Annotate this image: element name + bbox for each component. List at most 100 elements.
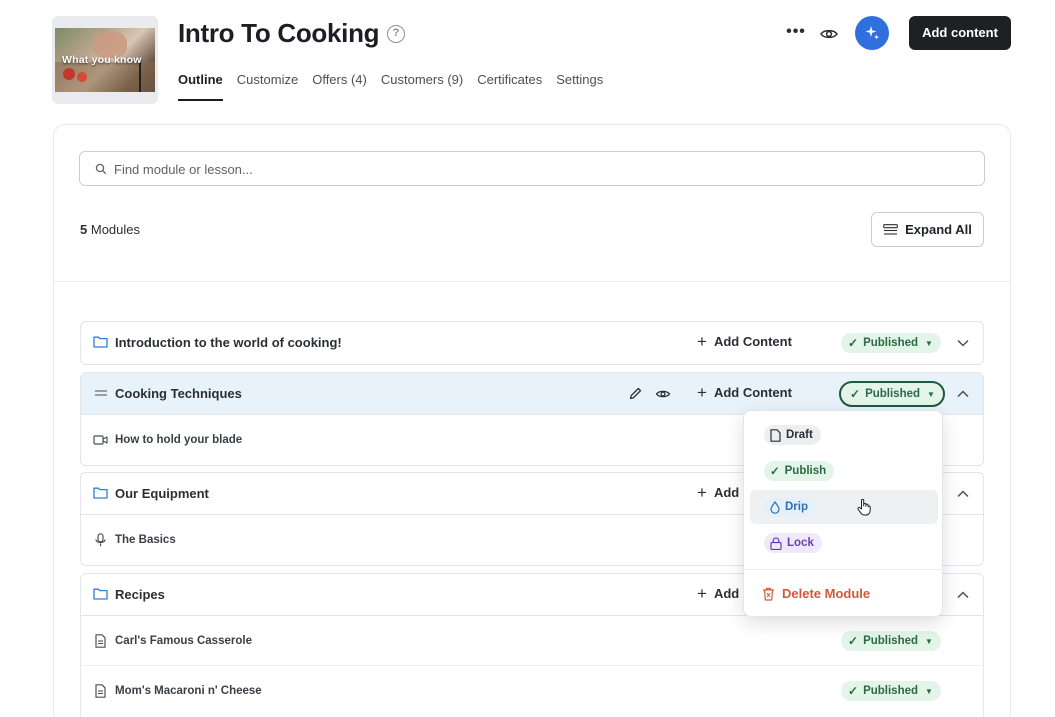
module-title: Our Equipment: [115, 486, 209, 501]
menu-item-label: Drip: [785, 501, 808, 513]
lock-pill: Lock: [764, 533, 822, 553]
check-icon: ✓: [848, 336, 859, 350]
chevron-down-icon[interactable]: [955, 335, 971, 351]
add-content-button[interactable]: Add content: [909, 16, 1011, 50]
help-icon[interactable]: ?: [387, 25, 405, 43]
search-icon: [95, 163, 107, 175]
chevron-down-icon: ▼: [925, 636, 933, 646]
course-thumbnail[interactable]: What you know: [52, 16, 158, 104]
plus-icon: +: [697, 583, 707, 603]
delete-module-label: Delete Module: [782, 586, 871, 601]
expand-list-icon: [883, 223, 898, 235]
lesson-row[interactable]: Mom's Macaroni n' Cheese ✓ Published ▼: [81, 666, 983, 716]
lesson-title: Carl's Famous Casserole: [115, 635, 252, 647]
status-badge[interactable]: ✓ Published ▼: [841, 333, 941, 353]
menu-item-label: Lock: [787, 537, 814, 549]
status-label: Published: [863, 337, 919, 349]
plus-icon: +: [697, 482, 707, 502]
chevron-up-icon[interactable]: [955, 587, 971, 603]
folder-icon: [93, 588, 108, 600]
publish-pill: ✓ Publish: [764, 461, 835, 481]
tab-settings[interactable]: Settings: [556, 72, 603, 101]
page-title: Intro To Cooking: [178, 18, 380, 48]
trash-icon: [763, 587, 774, 601]
divider: [54, 281, 1010, 282]
lesson-row[interactable]: Carl's Famous Casserole ✓ Published ▼: [81, 616, 983, 666]
tab-offers[interactable]: Offers (4): [312, 72, 367, 101]
add-content-label: Add: [713, 485, 740, 500]
expand-all-label: Expand All: [905, 222, 972, 237]
draft-pill: Draft: [764, 425, 821, 445]
document-icon: [95, 684, 106, 698]
module-header[interactable]: Introduction to the world of cooking! + …: [81, 322, 983, 364]
course-tabs: Outline Customize Offers (4) Customers (…: [178, 72, 603, 101]
menu-item-publish[interactable]: ✓ Publish: [750, 454, 938, 488]
check-icon: ✓: [848, 684, 859, 698]
module-add-content-button[interactable]: + Add Content: [697, 331, 792, 351]
eye-icon[interactable]: [655, 386, 671, 402]
plus-icon: +: [697, 331, 707, 351]
folder-icon: [93, 487, 108, 499]
tab-certificates[interactable]: Certificates: [477, 72, 542, 101]
lesson-title: Mom's Macaroni n' Cheese: [115, 685, 262, 697]
search-box[interactable]: [79, 151, 985, 186]
menu-item-drip[interactable]: Drip: [750, 490, 938, 524]
status-badge[interactable]: ✓ Published ▼: [839, 381, 945, 407]
status-label: Published: [863, 635, 919, 647]
tab-customers[interactable]: Customers (9): [381, 72, 463, 101]
video-icon: [93, 435, 108, 445]
module-add-content-button[interactable]: + Add: [697, 482, 740, 502]
status-dropdown-menu: Draft ✓ Publish Drip Lock Delete Module: [743, 410, 943, 617]
chevron-down-icon: ▼: [927, 389, 935, 399]
add-content-label: Add Content: [713, 334, 792, 349]
sparkle-icon: [865, 26, 879, 40]
ai-sparkle-button[interactable]: [855, 16, 889, 50]
chevron-up-icon[interactable]: [955, 386, 971, 402]
drop-icon: [770, 500, 780, 514]
drip-pill: Drip: [764, 497, 816, 517]
check-icon: ✓: [770, 466, 780, 478]
check-icon: ✓: [848, 634, 859, 648]
chevron-up-icon[interactable]: [955, 486, 971, 502]
module-introduction: Introduction to the world of cooking! + …: [80, 321, 984, 365]
modules-count: 5 Modules: [80, 222, 140, 237]
page-icon: [770, 428, 781, 442]
lesson-title: How to hold your blade: [115, 434, 243, 446]
modules-count-number: 5: [80, 222, 88, 237]
module-title: Introduction to the world of cooking!: [115, 335, 342, 350]
hand-cursor-icon: [857, 498, 871, 516]
menu-divider: [744, 569, 942, 570]
folder-icon: [93, 336, 108, 348]
expand-all-button[interactable]: Expand All: [871, 212, 984, 247]
menu-item-label: Publish: [784, 465, 827, 477]
document-icon: [95, 634, 106, 648]
status-label: Published: [863, 685, 919, 697]
menu-item-label: Draft: [786, 429, 813, 441]
more-options-icon[interactable]: •••: [785, 22, 807, 44]
module-add-content-button[interactable]: + Add: [697, 583, 740, 603]
menu-item-draft[interactable]: Draft: [750, 418, 938, 452]
pencil-icon[interactable]: [628, 386, 643, 401]
status-badge[interactable]: ✓ Published ▼: [841, 631, 941, 651]
preview-eye-icon[interactable]: [818, 23, 840, 45]
plus-icon: +: [697, 382, 707, 402]
thumbnail-caption: What you know: [62, 54, 142, 66]
module-title: Recipes: [115, 587, 165, 602]
microphone-icon: [95, 533, 106, 547]
module-add-content-button[interactable]: + Add Content: [697, 382, 792, 402]
tab-customize[interactable]: Customize: [237, 72, 298, 101]
menu-item-lock[interactable]: Lock: [750, 526, 938, 560]
tab-outline[interactable]: Outline: [178, 72, 223, 101]
lesson-title: The Basics: [115, 534, 176, 546]
check-icon: ✓: [850, 387, 861, 401]
delete-module-button[interactable]: Delete Module: [762, 586, 870, 601]
status-badge[interactable]: ✓ Published ▼: [841, 681, 941, 701]
modules-count-label: Modules: [90, 222, 140, 237]
lock-icon: [770, 536, 782, 550]
drag-handle-icon[interactable]: [94, 388, 108, 398]
add-content-label: Add Content: [713, 385, 792, 400]
add-content-label: Add: [713, 586, 740, 601]
module-header[interactable]: Cooking Techniques + Add Content ✓ Publi…: [81, 373, 983, 415]
search-input[interactable]: [114, 160, 954, 178]
status-label: Published: [865, 388, 921, 400]
